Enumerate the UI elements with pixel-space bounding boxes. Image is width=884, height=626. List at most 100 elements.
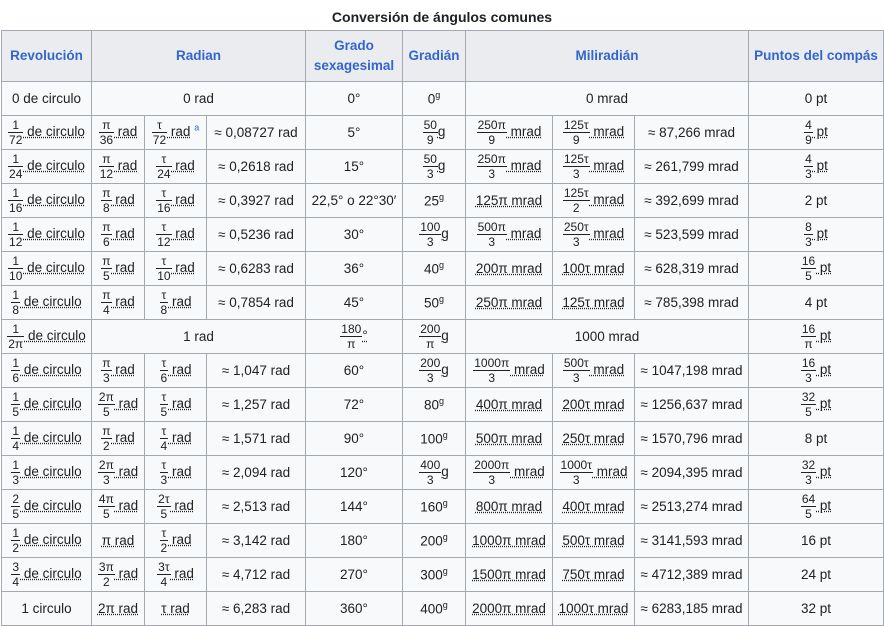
fraction[interactable]: 13: [11, 459, 21, 486]
fraction[interactable]: π8: [101, 187, 112, 214]
cell-text[interactable]: 2000π mrad: [472, 601, 546, 616]
cell-text[interactable]: 200τ mrad: [562, 397, 624, 412]
fraction[interactable]: 4π 5: [97, 493, 115, 520]
fraction[interactable]: 1000τ 3: [559, 459, 593, 486]
cell-text[interactable]: π rad: [102, 533, 135, 548]
header-miliradian[interactable]: Miliradián: [465, 30, 749, 82]
fraction[interactable]: τ8: [159, 289, 169, 316]
fraction[interactable]: 100 3: [419, 221, 442, 248]
fraction[interactable]: 125τ 9: [562, 119, 590, 146]
fraction[interactable]: 32 3: [800, 459, 817, 486]
fraction[interactable]: 250π 3: [476, 153, 507, 180]
fraction[interactable]: 32 5: [800, 391, 817, 418]
fraction[interactable]: τ5: [159, 391, 169, 418]
fraction[interactable]: 1 24: [8, 153, 24, 180]
fraction[interactable]: π 36: [98, 119, 115, 146]
gradian-superscript: g: [435, 90, 441, 101]
fraction[interactable]: 1 16: [8, 187, 24, 214]
fraction-numerator: 16: [800, 254, 817, 269]
cell-text[interactable]: 250π mrad: [476, 295, 542, 310]
fraction[interactable]: 250τ 3: [562, 221, 590, 248]
fraction[interactable]: τ 72: [151, 119, 168, 146]
fraction[interactable]: τ6: [159, 357, 169, 384]
fraction[interactable]: τ2: [159, 527, 169, 554]
fraction[interactable]: 250π 9: [476, 119, 507, 146]
cell-text[interactable]: 750τ mrad: [562, 567, 624, 582]
cell-text[interactable]: 1000π mrad: [472, 533, 546, 548]
fraction[interactable]: 3τ 4: [157, 561, 171, 588]
fraction[interactable]: 2π 5: [97, 391, 115, 418]
fraction[interactable]: 125τ 3: [562, 153, 590, 180]
fraction[interactable]: π2: [101, 425, 112, 452]
cell-text[interactable]: 1500π mrad: [472, 567, 546, 582]
fraction[interactable]: 16 π: [800, 323, 817, 350]
cell-gradian: 50 3 g: [402, 149, 466, 184]
fraction-suffix: de circulo: [23, 192, 85, 208]
fraction[interactable]: 500π 3: [476, 221, 507, 248]
cell-text[interactable]: 250τ mrad: [562, 431, 624, 446]
fraction[interactable]: τ 12: [156, 221, 172, 248]
fraction[interactable]: 1000π 3: [473, 357, 511, 384]
fraction[interactable]: τ 10: [156, 255, 172, 282]
fraction[interactable]: 25: [11, 493, 21, 520]
cell-text[interactable]: 125π mrad: [476, 193, 542, 208]
fraction[interactable]: π6: [101, 221, 112, 248]
fraction[interactable]: 400 3: [419, 459, 442, 486]
fraction[interactable]: τ 16: [156, 187, 172, 214]
header-grado-sexagesimal[interactable]: Grado sexagesimal: [305, 30, 403, 82]
cell-text[interactable]: 400τ mrad: [562, 499, 624, 514]
fraction[interactable]: 1 72: [8, 119, 24, 146]
cell-text[interactable]: 200π mrad: [476, 261, 542, 276]
fraction[interactable]: τ4: [159, 425, 169, 452]
header-gradian[interactable]: Gradián: [402, 30, 466, 82]
fraction[interactable]: 12: [11, 527, 21, 554]
fraction[interactable]: 18: [11, 289, 21, 316]
fraction[interactable]: 180 π: [340, 323, 363, 350]
fraction[interactable]: 50 3: [422, 153, 438, 180]
cell-text[interactable]: 2π rad: [98, 601, 138, 616]
fraction[interactable]: 16: [11, 357, 21, 384]
fraction[interactable]: 15: [11, 391, 21, 418]
fraction[interactable]: 2000π 3: [473, 459, 511, 486]
cell-miliradian-pi: 500π 3 mrad: [465, 217, 553, 252]
fraction[interactable]: 1 10: [8, 255, 24, 282]
cell-text[interactable]: 500τ mrad: [562, 533, 624, 548]
fraction[interactable]: 16 5: [800, 254, 817, 282]
fraction[interactable]: 49: [804, 119, 813, 146]
cell-text[interactable]: 100τ mrad: [562, 261, 624, 276]
fraction[interactable]: 500τ 3: [562, 357, 590, 384]
fraction[interactable]: 64 5: [800, 493, 817, 520]
cell-text[interactable]: τ rad: [161, 601, 190, 616]
cell-text[interactable]: 400π mrad: [476, 397, 542, 412]
fraction[interactable]: 2τ 5: [157, 493, 171, 520]
fraction[interactable]: 83: [804, 221, 813, 248]
fraction[interactable]: π5: [101, 255, 112, 282]
fraction[interactable]: τ 24: [156, 153, 172, 180]
fraction[interactable]: 34: [11, 561, 21, 588]
fraction[interactable]: π4: [101, 289, 112, 316]
fraction[interactable]: 1 2π: [7, 323, 25, 350]
cell-text[interactable]: 800π mrad: [476, 499, 542, 514]
fraction[interactable]: τ3: [159, 459, 169, 486]
fraction[interactable]: π 12: [98, 153, 115, 180]
header-revolucion[interactable]: Revolución: [1, 30, 92, 82]
fraction[interactable]: 43: [804, 153, 813, 180]
cell-text[interactable]: 500π mrad: [476, 431, 542, 446]
fraction[interactable]: π3: [101, 357, 112, 384]
cell-revolucion: 25 de circulo: [1, 489, 92, 524]
fraction[interactable]: 2π 3: [97, 459, 115, 486]
header-puntos-del-compas[interactable]: Puntos del compás: [748, 30, 884, 82]
fraction[interactable]: 200 π: [419, 323, 442, 350]
cell-text[interactable]: 1000τ mrad: [559, 601, 629, 616]
header-radian[interactable]: Radian: [91, 30, 306, 82]
fraction[interactable]: 1 12: [8, 221, 24, 248]
fraction[interactable]: 200 3: [419, 357, 442, 384]
fraction[interactable]: 3π 2: [97, 561, 115, 588]
cell-text[interactable]: 125τ mrad: [562, 295, 624, 310]
fraction[interactable]: 14: [11, 425, 21, 452]
fraction[interactable]: 50 9: [422, 119, 438, 146]
cell-radian: 1 rad: [91, 319, 306, 354]
footnote-link[interactable]: a: [194, 123, 199, 133]
fraction[interactable]: 125τ 2: [562, 187, 590, 214]
fraction[interactable]: 16 3: [800, 357, 817, 384]
